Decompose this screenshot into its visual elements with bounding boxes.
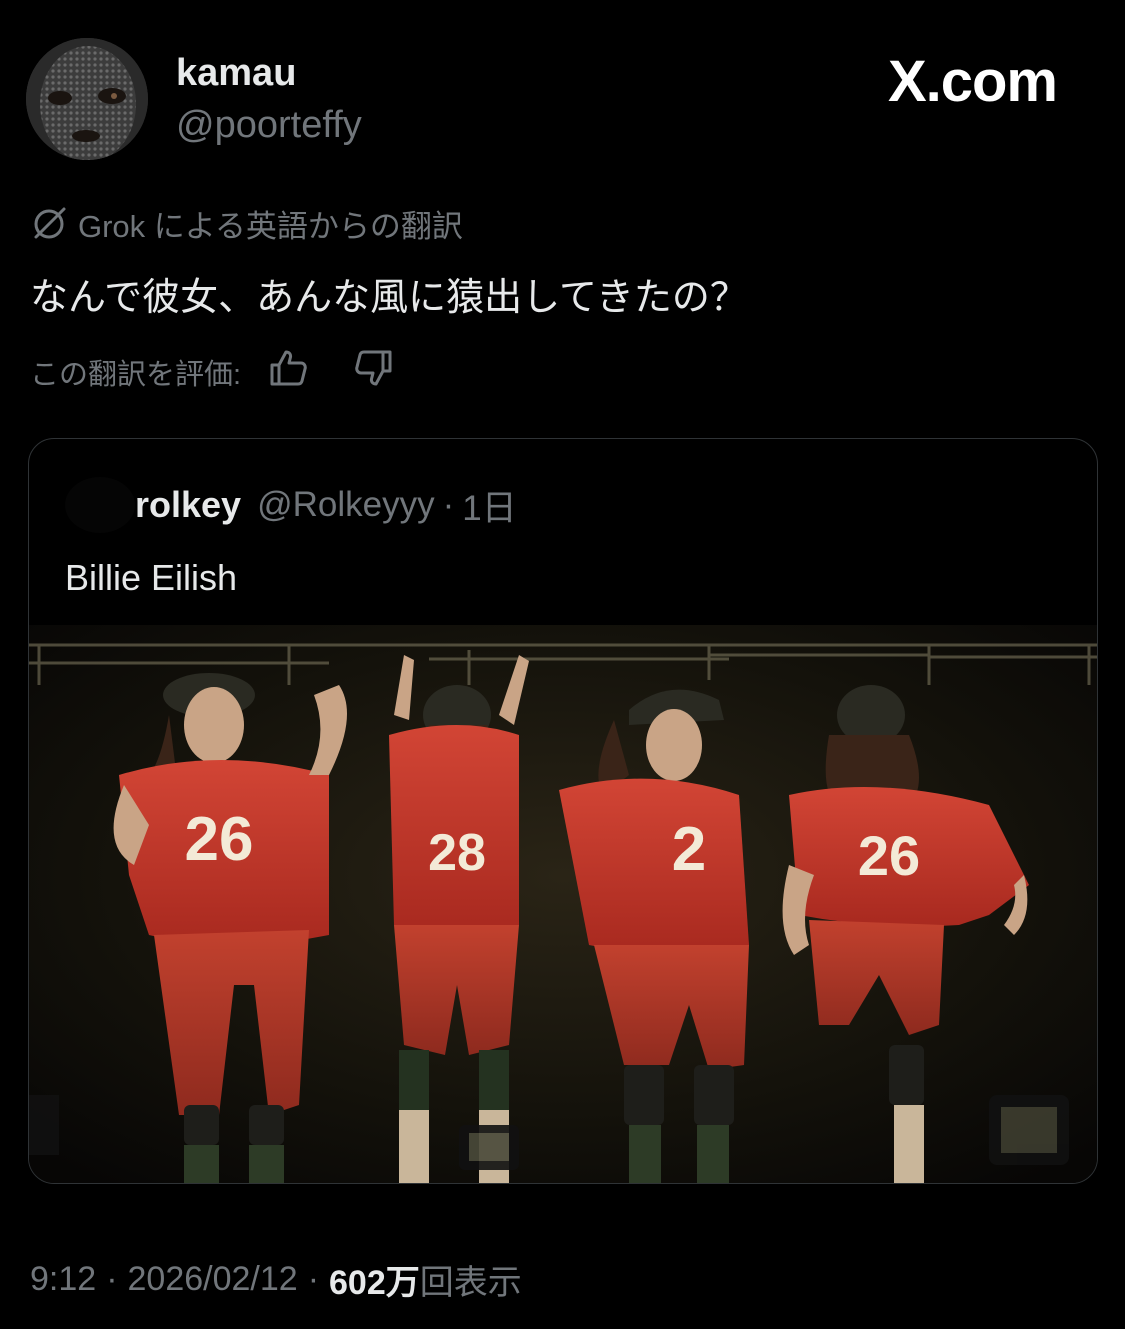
- views-count[interactable]: 602万: [329, 1255, 420, 1304]
- translation-label: Grok による英語からの翻訳: [78, 208, 463, 244]
- svg-text:2: 2: [672, 815, 706, 884]
- thumbs-down-button[interactable]: [351, 350, 395, 394]
- author-display-name[interactable]: kamau: [176, 52, 296, 95]
- author-handle[interactable]: @poorteffy: [176, 104, 362, 147]
- translation-notice: Grok による英語からの翻訳: [30, 202, 463, 244]
- quoted-tweet-text: Billie Eilish: [65, 557, 238, 598]
- thumbs-down-icon: [352, 347, 394, 397]
- svg-text:28: 28: [428, 824, 486, 882]
- rate-label: この翻訳を評価:: [30, 359, 242, 391]
- rate-translation-row: この翻訳を評価:: [30, 348, 395, 396]
- thumbs-up-button[interactable]: [267, 350, 311, 394]
- quoted-tweet-header: rolkey @Rolkeyyy · 1日: [65, 477, 517, 533]
- quoted-author-avatar[interactable]: [65, 477, 135, 533]
- quoted-timestamp[interactable]: 1日: [462, 480, 516, 531]
- quoted-media-photo[interactable]: 26 28 2 26: [29, 625, 1097, 1183]
- tweet-meta-footer: 9:12 · 2026/02/12 · 602万 回表示: [30, 1256, 522, 1302]
- footer-separator: ·: [307, 1259, 320, 1298]
- views-label: 回表示: [419, 1263, 522, 1302]
- tweet-time[interactable]: 9:12: [30, 1260, 96, 1299]
- thumbs-up-icon: [268, 347, 310, 397]
- quoted-author-handle[interactable]: @Rolkeyyy: [257, 485, 435, 525]
- slashed-circle-icon: [30, 204, 68, 242]
- concert-photo-image: 26 28 2 26: [29, 625, 1097, 1183]
- quoted-author-name[interactable]: rolkey: [135, 484, 241, 526]
- quoted-tweet-card[interactable]: rolkey @Rolkeyyy · 1日 Billie Eilish 26 2…: [28, 438, 1098, 1184]
- masked-person-avatar-icon: [26, 38, 148, 160]
- author-avatar[interactable]: [26, 38, 148, 160]
- footer-separator: ·: [106, 1259, 118, 1298]
- brand-logo: X.com: [887, 49, 1058, 114]
- tweet-text: なんで彼女、あんな風に猿出してきたの？: [30, 277, 748, 319]
- svg-text:26: 26: [858, 824, 920, 887]
- svg-text:26: 26: [185, 805, 254, 874]
- tweet-date[interactable]: 2026/02/12: [128, 1260, 298, 1299]
- quoted-separator: ·: [442, 485, 455, 524]
